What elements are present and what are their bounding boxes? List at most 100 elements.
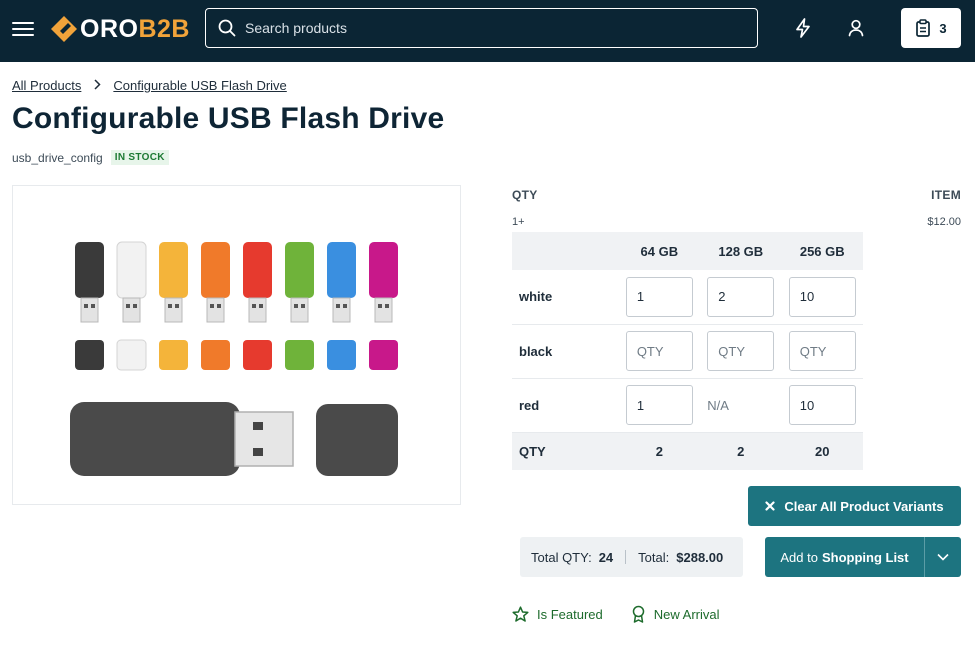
qty-input-black-64gb[interactable] (625, 331, 693, 371)
usb-connector-hole (168, 304, 172, 308)
usb-drive-body (159, 242, 188, 298)
row-label-black: black (519, 343, 553, 359)
usb-drive-body (285, 242, 314, 298)
add-to-shopping-list-button[interactable]: Add to Shopping List (765, 537, 925, 577)
unavailable-red-128gb: N/A (707, 397, 729, 413)
usb-drive-cap (327, 340, 356, 370)
total-128gb: 2 (700, 432, 782, 470)
shopping-list-count: 3 (939, 20, 947, 36)
column-header-64gb: 64 GB (618, 232, 701, 270)
column-header-256gb: 256 GB (781, 232, 863, 270)
breadcrumb: All Products Configurable USB Flash Driv… (12, 78, 287, 93)
shopping-list-dropdown-toggle[interactable] (925, 537, 961, 577)
usb-connector-hole (84, 304, 88, 308)
product-image[interactable] (12, 185, 461, 505)
usb-connector-hole (252, 304, 256, 308)
qty-input-red-256gb[interactable] (788, 385, 856, 425)
breadcrumb-all-products[interactable]: All Products (12, 78, 81, 93)
usb-drive-body (201, 242, 230, 298)
usb-flash-drives-image (70, 241, 398, 476)
tier-price: $12.00 (927, 216, 961, 228)
product-labels: Is Featured New Arrival (512, 605, 720, 623)
close-icon (765, 501, 776, 511)
usb-connector-hole (343, 304, 347, 308)
user-account-icon[interactable] (845, 17, 867, 39)
usb-connector (164, 297, 183, 323)
order-totals: Total QTY: 24 Total: $288.00 (520, 537, 743, 577)
label-is-featured-text: Is Featured (537, 606, 603, 622)
clear-all-variants-button[interactable]: Clear All Product Variants (748, 486, 961, 526)
qty-input-white-64gb[interactable] (625, 276, 693, 317)
total-price-value: $288.00 (676, 549, 724, 565)
matrix-corner (512, 232, 619, 270)
logo-mark-icon (51, 16, 77, 42)
usb-drive-cap (285, 340, 314, 370)
usb-connector-hole (217, 304, 221, 308)
usb-connector (332, 297, 351, 323)
matrix-row-black: black (512, 324, 863, 378)
large-usb-hole (253, 422, 263, 430)
large-usb-hole (253, 448, 263, 456)
price-table-header: QTY ITEM (512, 188, 961, 202)
label-new-arrival: New Arrival (631, 605, 720, 623)
shopping-list-button[interactable]: 3 (901, 8, 961, 48)
usb-connector (248, 297, 267, 323)
item-column-header: ITEM (931, 188, 961, 202)
usb-connector (80, 297, 99, 323)
quick-order-lightning-icon[interactable] (792, 17, 814, 39)
tier-qty: 1+ (512, 216, 525, 228)
row-label-red: red (519, 397, 540, 413)
page-title: Configurable USB Flash Drive (12, 102, 445, 135)
clear-all-variants-label: Clear All Product Variants (784, 498, 944, 514)
usb-connector-hole (210, 304, 214, 308)
usb-drive-cap (75, 340, 104, 370)
total-64gb: 2 (618, 432, 701, 470)
variant-matrix: 64 GB 128 GB 256 GB white black red N/A … (512, 232, 863, 470)
qty-input-black-256gb[interactable] (788, 331, 856, 371)
usb-connector-hole (259, 304, 263, 308)
award-ribbon-icon (632, 605, 645, 623)
total-qty-value: 24 (598, 549, 614, 565)
totals-divider (625, 550, 627, 564)
usb-drive-cap (243, 340, 272, 370)
search-input[interactable] (245, 20, 725, 36)
usb-drive-body (369, 242, 398, 298)
breadcrumb-current-product[interactable]: Configurable USB Flash Drive (113, 78, 286, 93)
row-label-white: white (519, 289, 553, 305)
star-icon (512, 605, 529, 622)
label-is-featured: Is Featured (512, 605, 603, 623)
usb-drive-cap (201, 340, 230, 370)
usb-connector-hole (301, 304, 305, 308)
add-to-prefix: Add to (780, 549, 818, 565)
usb-connector-hole (133, 304, 137, 308)
large-usb-cap (316, 404, 398, 476)
label-new-arrival-text: New Arrival (653, 606, 720, 622)
logo[interactable]: OROB2B (50, 14, 190, 44)
usb-connector (206, 297, 225, 323)
usb-drive-body (116, 241, 147, 299)
search-box[interactable] (205, 8, 758, 48)
matrix-row-red: red N/A (512, 378, 863, 432)
qty-column-header: QTY (512, 188, 538, 202)
qty-input-black-128gb[interactable] (707, 331, 775, 371)
total-qty-label: Total QTY: (531, 549, 592, 565)
usb-drive-body (75, 242, 104, 298)
chevron-right-icon (93, 78, 101, 93)
usb-connector-hole (126, 304, 130, 308)
qty-input-white-128gb[interactable] (707, 276, 775, 317)
usb-connector (374, 297, 393, 323)
large-usb-connector (234, 411, 294, 467)
menu-icon[interactable] (12, 18, 34, 38)
usb-drive-cap (369, 340, 398, 370)
usb-connector-hole (294, 304, 298, 308)
qty-input-white-256gb[interactable] (788, 276, 856, 317)
price-tier-row: 1+ $12.00 (512, 216, 961, 228)
stock-status-badge: IN STOCK (110, 150, 169, 165)
matrix-row-white: white (512, 270, 863, 324)
total-256gb: 20 (781, 432, 863, 470)
search-icon (218, 19, 236, 37)
usb-drive-cap (159, 340, 188, 370)
chevron-down-icon (937, 553, 949, 561)
qty-input-red-64gb[interactable] (625, 385, 693, 425)
usb-connector (290, 297, 309, 323)
